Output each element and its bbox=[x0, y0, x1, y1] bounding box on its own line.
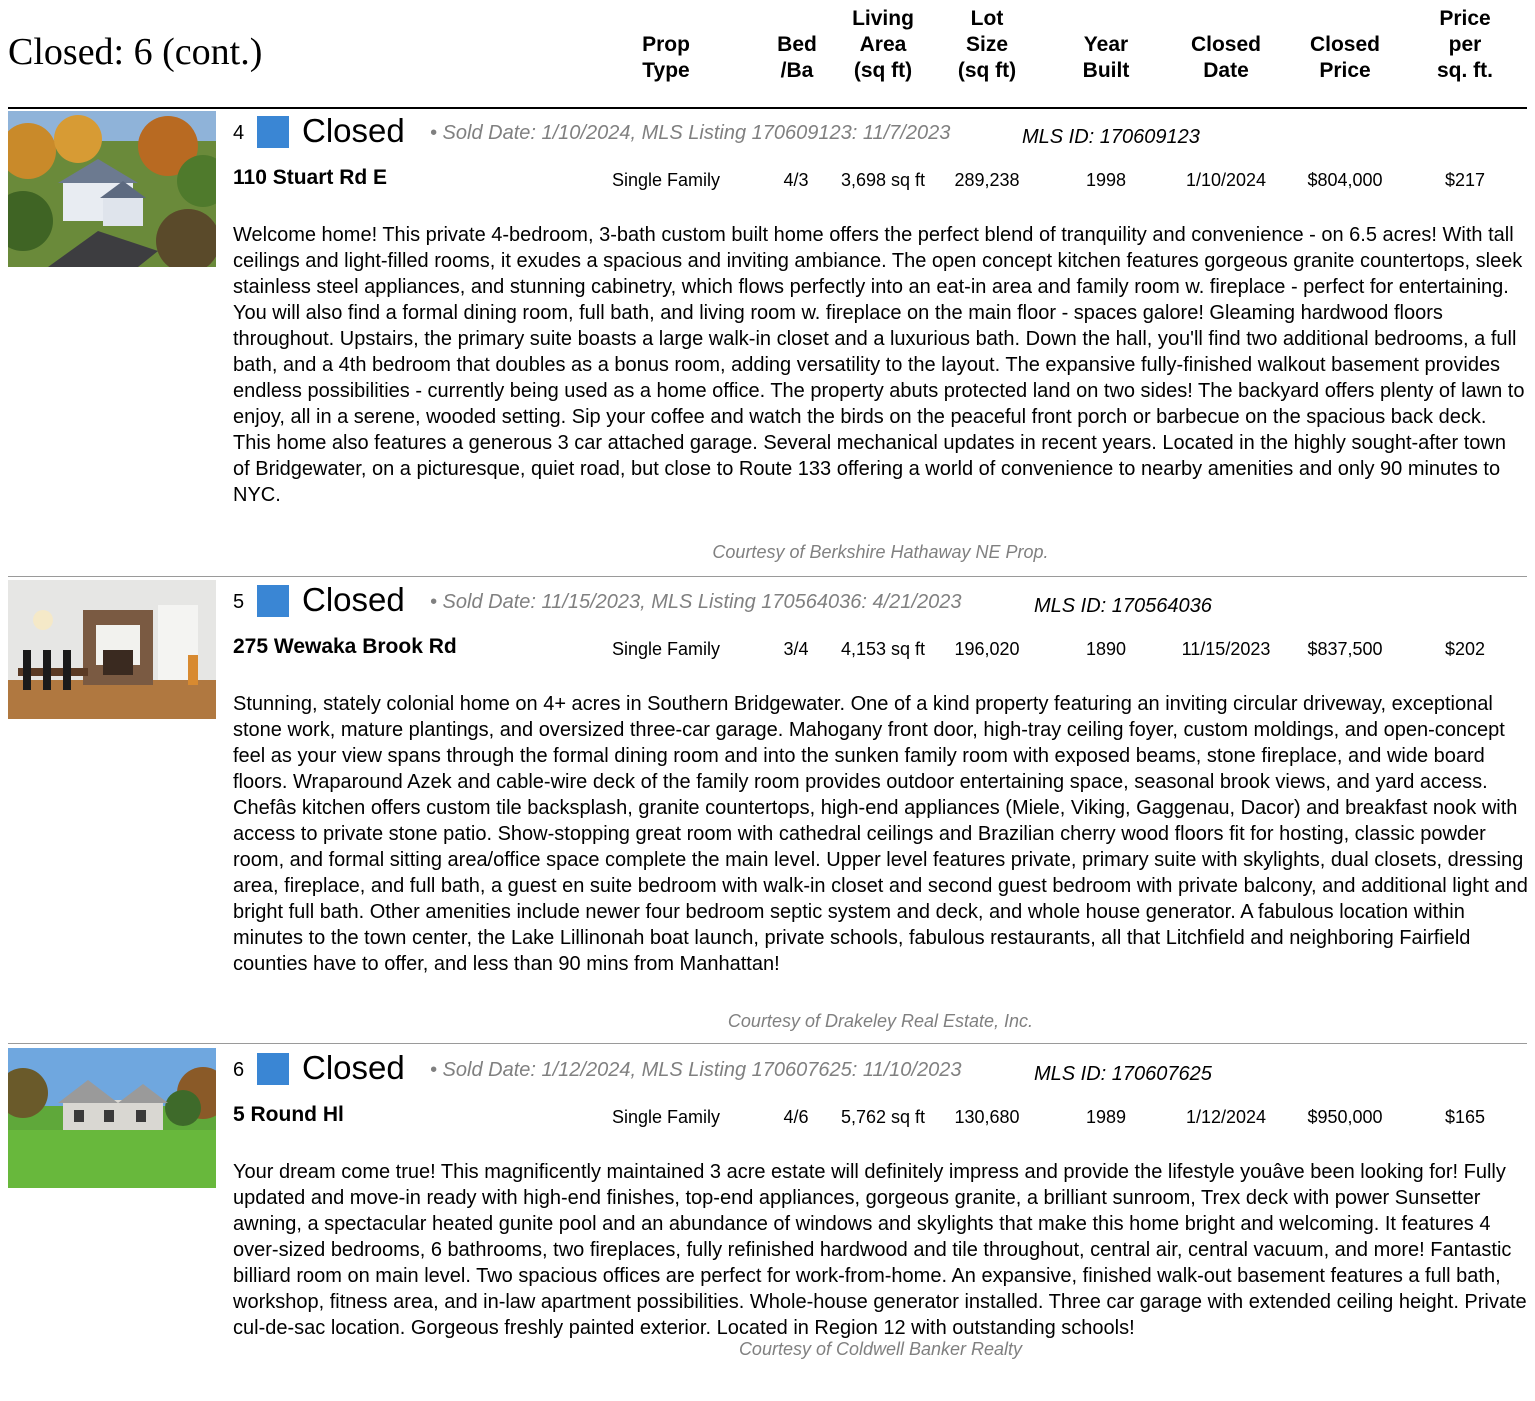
dining-room-photo bbox=[8, 580, 216, 719]
column-header-lot-size[interactable]: Lot Size (sq ft) bbox=[927, 4, 1047, 84]
header-line: (sq ft) bbox=[957, 59, 1017, 82]
header-line: Closed bbox=[1309, 33, 1380, 56]
mls-id: MLS ID: 170564036 bbox=[1034, 595, 1212, 617]
mls-id: MLS ID: 170607625 bbox=[1034, 1063, 1212, 1085]
listing-divider bbox=[8, 1043, 1527, 1044]
bed-ba: 4/6 bbox=[783, 1107, 809, 1127]
bed-ba: 3/4 bbox=[783, 639, 809, 659]
status-color-square bbox=[257, 116, 289, 148]
header-line: /Ba bbox=[780, 59, 814, 82]
closed-date: 1/12/2024 bbox=[1185, 1107, 1267, 1127]
column-header-price-per-sqft[interactable]: Price per sq. ft. bbox=[1405, 4, 1525, 84]
listing-courtesy: Courtesy of Drakeley Real Estate, Inc. bbox=[727, 1011, 1034, 1031]
header-line: Price bbox=[1439, 7, 1491, 30]
listing-card: 4 Closed • Sold Date: 1/10/2024, MLS Lis… bbox=[0, 108, 1535, 578]
header-line: (sq ft) bbox=[853, 59, 913, 82]
closed-price: $950,000 bbox=[1307, 1107, 1383, 1127]
prop-type: Single Family bbox=[611, 639, 721, 659]
listing-number: 4 bbox=[233, 122, 245, 144]
lot-size: 130,680 bbox=[954, 1107, 1020, 1127]
price-per-sqft: $202 bbox=[1444, 639, 1486, 659]
lot-size: 289,238 bbox=[954, 170, 1020, 190]
page-title: Closed: 6 (cont.) bbox=[8, 31, 263, 73]
column-header-year-built[interactable]: Year Built bbox=[1046, 4, 1166, 84]
listing-number: 6 bbox=[233, 1059, 245, 1081]
listing-photo[interactable] bbox=[8, 1048, 216, 1188]
listing-card: 5 Closed • Sold Date: 11/15/2023, MLS Li… bbox=[0, 577, 1535, 1043]
year-built: 1890 bbox=[1085, 639, 1127, 659]
header-line: Closed bbox=[1190, 33, 1261, 56]
price-per-sqft: $217 bbox=[1444, 170, 1486, 190]
column-header-closed-price[interactable]: Closed Price bbox=[1285, 4, 1405, 84]
status-color-square bbox=[257, 585, 289, 617]
lot-size: 196,020 bbox=[954, 639, 1020, 659]
listing-address[interactable]: 5 Round Hl bbox=[233, 1103, 344, 1127]
header-line: Area bbox=[859, 33, 907, 56]
closed-date: 11/15/2023 bbox=[1181, 639, 1271, 659]
header-line: per bbox=[1448, 33, 1482, 56]
header-line: Type bbox=[642, 59, 690, 82]
listing-card: 6 Closed • Sold Date: 1/12/2024, MLS Lis… bbox=[0, 1045, 1535, 1385]
sold-info: • Sold Date: 1/10/2024, MLS Listing 1706… bbox=[430, 122, 951, 144]
status-color-square bbox=[257, 1053, 289, 1085]
living-area: 4,153 sq ft bbox=[840, 639, 926, 659]
listing-description: Welcome home! This private 4-bedroom, 3-… bbox=[233, 224, 1525, 506]
header-line: Date bbox=[1203, 59, 1249, 82]
listing-courtesy: Courtesy of Coldwell Banker Realty bbox=[738, 1339, 1023, 1359]
year-built: 1989 bbox=[1085, 1107, 1127, 1127]
listing-address[interactable]: 110 Stuart Rd E bbox=[233, 166, 387, 190]
status-label: Closed bbox=[302, 1049, 405, 1086]
mls-id: MLS ID: 170609123 bbox=[1022, 126, 1200, 148]
status-label: Closed bbox=[302, 581, 405, 618]
column-header-living-area[interactable]: Living Area (sq ft) bbox=[823, 4, 943, 84]
sold-info: • Sold Date: 1/12/2024, MLS Listing 1706… bbox=[430, 1059, 962, 1081]
listing-description: Your dream come true! This magnificently… bbox=[233, 1161, 1527, 1339]
house-exterior-photo bbox=[8, 1048, 216, 1188]
header-line: sq. ft. bbox=[1437, 59, 1493, 82]
header-line: Living bbox=[852, 7, 914, 30]
header-line: Price bbox=[1319, 59, 1371, 82]
header-line: Built bbox=[1082, 59, 1130, 82]
living-area: 5,762 sq ft bbox=[840, 1107, 926, 1127]
sold-info: • Sold Date: 11/15/2023, MLS Listing 170… bbox=[430, 591, 962, 613]
listing-description: Stunning, stately colonial home on 4+ ac… bbox=[233, 693, 1528, 975]
listing-photo[interactable] bbox=[8, 580, 216, 719]
listing-courtesy: Courtesy of Berkshire Hathaway NE Prop. bbox=[712, 542, 1049, 562]
column-header-prop-type[interactable]: Prop Type bbox=[606, 4, 726, 84]
status-label: Closed bbox=[302, 112, 405, 149]
closed-date: 1/10/2024 bbox=[1185, 170, 1267, 190]
price-per-sqft: $165 bbox=[1444, 1107, 1486, 1127]
prop-type: Single Family bbox=[611, 170, 721, 190]
bed-ba: 4/3 bbox=[783, 170, 809, 190]
header-line: Prop bbox=[642, 33, 690, 56]
header-line: Size bbox=[965, 33, 1009, 56]
living-area: 3,698 sq ft bbox=[840, 170, 926, 190]
column-header-closed-date[interactable]: Closed Date bbox=[1166, 4, 1286, 84]
header-line: Year bbox=[1083, 33, 1129, 56]
year-built: 1998 bbox=[1085, 170, 1127, 190]
prop-type: Single Family bbox=[611, 1107, 721, 1127]
closed-price: $837,500 bbox=[1307, 639, 1383, 659]
header-line: Bed bbox=[777, 33, 817, 56]
header-line: Lot bbox=[970, 7, 1004, 30]
listing-address[interactable]: 275 Wewaka Brook Rd bbox=[233, 635, 457, 659]
closed-price: $804,000 bbox=[1307, 170, 1383, 190]
listing-number: 5 bbox=[233, 591, 245, 613]
listing-photo[interactable] bbox=[8, 111, 216, 267]
aerial-house-photo bbox=[8, 111, 216, 267]
